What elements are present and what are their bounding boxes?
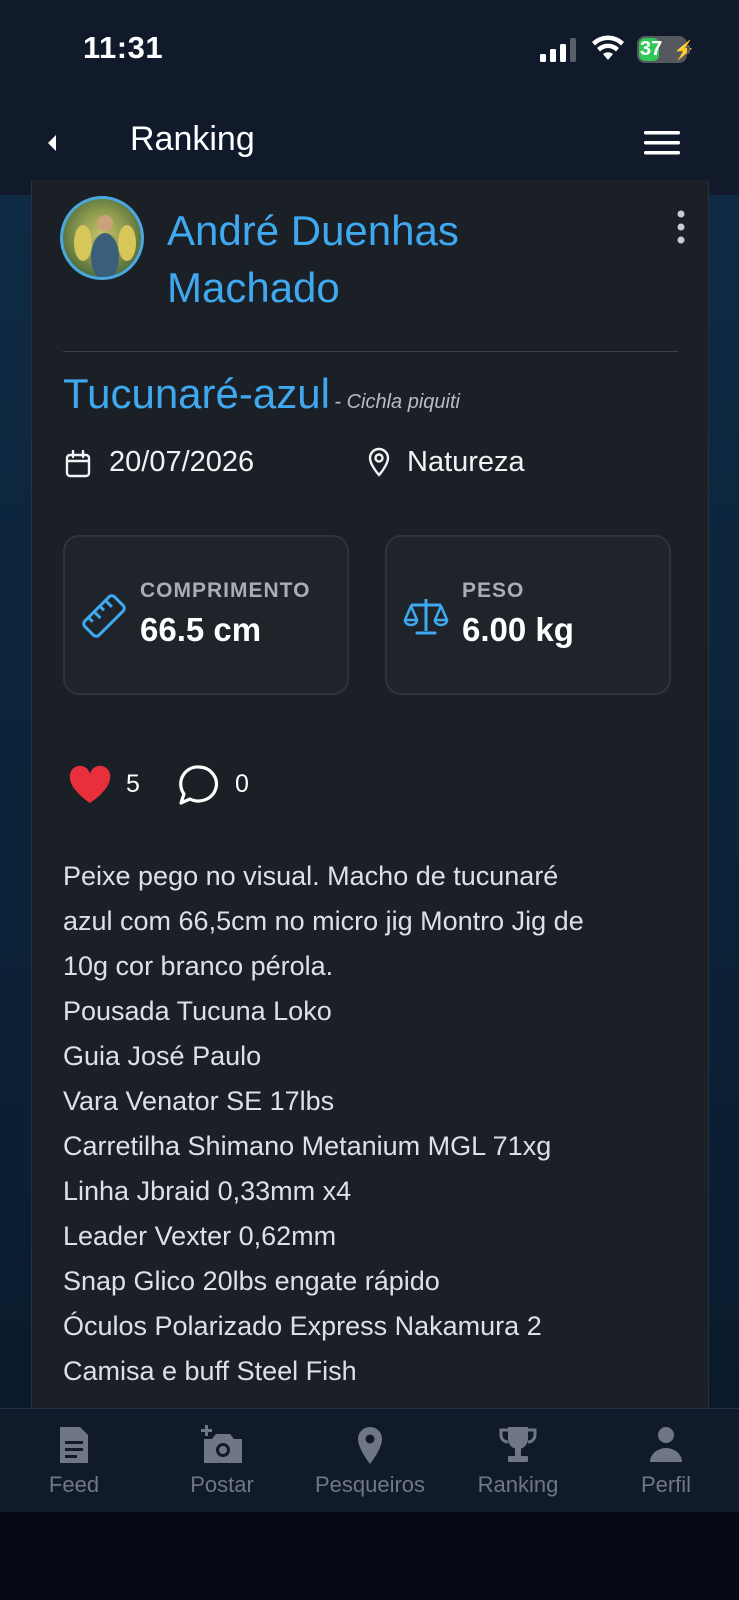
profile-icon — [650, 1427, 682, 1462]
nav-item-perfil[interactable]: Perfil — [592, 1409, 739, 1513]
nav-label-perfil: Perfil — [640, 1472, 692, 1497]
user-name[interactable]: André Duenhas Machado — [167, 202, 607, 316]
comment-count: 0 — [235, 770, 249, 798]
trophy-icon — [499, 1427, 537, 1462]
ruler-icon — [82, 594, 126, 638]
battery-icon: 37 ⚡ — [637, 36, 695, 63]
description-line: Leader Vexter 0,62mm — [63, 1221, 337, 1251]
post-description: Peixe pego no visual. Macho de tucunaré … — [63, 854, 673, 1394]
map-pin-icon — [358, 1427, 382, 1464]
nav-label-feed: Feed — [48, 1472, 100, 1497]
weight-label: PESO — [462, 579, 525, 602]
bottom-navigation: Feed Postar Pesqueiros Ranking Perfil — [0, 1408, 739, 1512]
description-line: Carretilha Shimano Metanium MGL 71xg — [63, 1131, 552, 1161]
description-line: Vara Venator SE 17lbs — [63, 1086, 335, 1116]
avatar-photo-icon — [74, 215, 136, 277]
nav-label-postar: Postar — [190, 1472, 254, 1497]
avatar[interactable] — [60, 196, 144, 280]
description-line: Pousada Tucuna Loko — [63, 996, 332, 1026]
nav-item-ranking[interactable]: Ranking — [444, 1409, 592, 1513]
length-stat-card: COMPRIMENTO 66.5 cm — [63, 535, 349, 695]
weight-value: 6.00 kg — [462, 611, 574, 648]
description-line: 10g cor branco pérola. — [63, 951, 334, 981]
more-options-icon[interactable] — [676, 210, 686, 244]
nav-item-postar[interactable]: Postar — [148, 1409, 296, 1513]
nav-label-ranking: Ranking — [477, 1472, 559, 1497]
like-count: 5 — [126, 770, 140, 798]
nav-item-feed[interactable]: Feed — [0, 1409, 148, 1513]
species-scientific-name: - Cichla piquiti — [334, 391, 460, 413]
nav-item-pesqueiros[interactable]: Pesqueiros — [296, 1409, 444, 1513]
cellular-signal-icon — [540, 38, 576, 62]
description-line: Peixe pego no visual. Macho de tucunaré — [63, 861, 559, 891]
feed-icon — [60, 1427, 88, 1463]
home-indicator-area — [0, 1512, 739, 1600]
catch-post-card: André Duenhas Machado Tucunaré-azul - Ci… — [31, 180, 709, 1410]
heart-like-icon[interactable] — [68, 765, 112, 805]
species-title: Tucunaré-azul - Cichla piquiti — [63, 370, 460, 418]
back-arrow-icon[interactable] — [42, 130, 62, 156]
comment-bubble-icon[interactable] — [177, 763, 221, 807]
description-line: Snap Glico 20lbs engate rápido — [63, 1266, 440, 1296]
page-title: Ranking — [130, 120, 255, 158]
charging-bolt-icon: ⚡ — [673, 40, 696, 60]
location-pin-icon — [368, 447, 390, 477]
wifi-icon — [592, 35, 624, 60]
length-value: 66.5 cm — [140, 611, 262, 648]
hamburger-menu-icon[interactable] — [644, 128, 680, 158]
description-line: Óculos Polarizado Express Nakamura 2 — [63, 1311, 542, 1341]
catch-date: 20/07/2026 — [109, 446, 255, 478]
scale-icon — [403, 599, 449, 635]
species-common-name: Tucunaré-azul — [63, 370, 330, 417]
description-line: Camisa e buff Steel Fish — [63, 1356, 357, 1386]
battery-level: 37 — [640, 38, 663, 60]
nav-label-pesqueiros: Pesqueiros — [314, 1472, 426, 1497]
description-line: azul com 66,5cm no micro jig Montro Jig … — [63, 906, 584, 936]
description-line: Linha Jbraid 0,33mm x4 — [63, 1176, 352, 1206]
divider — [63, 351, 678, 352]
description-line: Guia José Paulo — [63, 1041, 262, 1071]
status-bar: 11:31 37 ⚡ — [0, 0, 739, 100]
calendar-icon — [65, 450, 91, 478]
status-time: 11:31 — [83, 30, 164, 65]
add-photo-icon — [201, 1425, 242, 1463]
length-label: COMPRIMENTO — [140, 579, 311, 602]
weight-stat-card: PESO 6.00 kg — [385, 535, 671, 695]
catch-location: Natureza — [407, 446, 525, 478]
